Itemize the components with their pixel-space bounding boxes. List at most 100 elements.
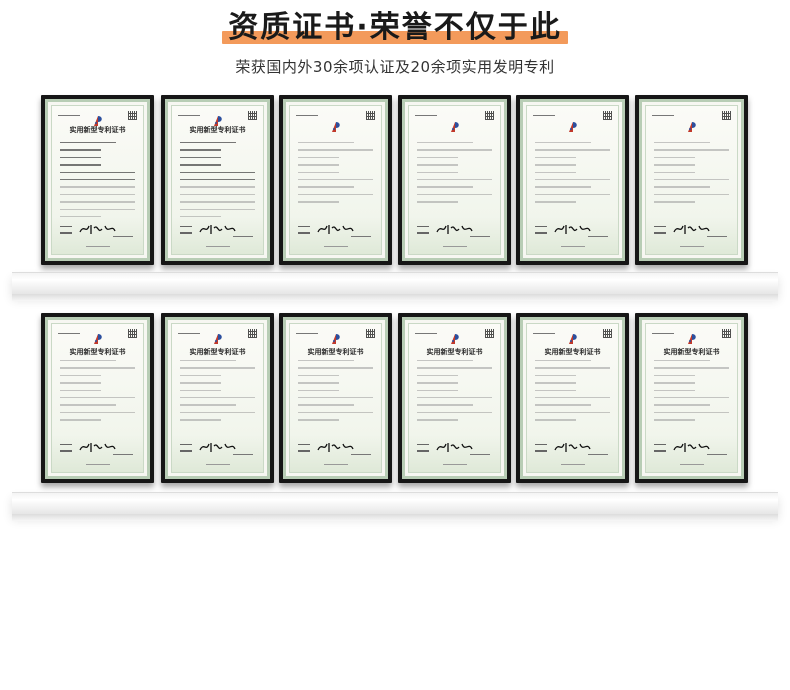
certificate-frame: 实用新型专利证书 bbox=[41, 95, 154, 265]
certificate-body: 实用新型专利证书 bbox=[51, 323, 144, 473]
certificate-body: 实用新型专利证书 bbox=[51, 105, 144, 255]
qr-code-icon bbox=[603, 329, 612, 338]
certificate-number bbox=[415, 112, 437, 117]
qr-code-icon bbox=[248, 329, 257, 338]
certificate-title: 实用新型专利证书 bbox=[663, 348, 720, 356]
patent-office-emblem-icon bbox=[568, 334, 577, 344]
certificate-paper bbox=[402, 99, 507, 261]
patent-office-emblem-icon bbox=[450, 334, 459, 344]
certificate-number bbox=[652, 112, 674, 117]
patent-office-emblem-icon bbox=[450, 122, 459, 132]
certificate-body: 实用新型专利证书 bbox=[526, 323, 619, 473]
certificate-number bbox=[652, 330, 674, 335]
certificate-text-lines bbox=[298, 142, 373, 209]
certificate-title: 实用新型专利证书 bbox=[69, 348, 126, 356]
certificate-frame: 实用新型专利证书 bbox=[41, 313, 154, 483]
certificate-title: 实用新型专利证书 bbox=[426, 348, 483, 356]
certificate-number bbox=[58, 112, 80, 117]
certificate-number bbox=[178, 330, 200, 335]
shelf-2 bbox=[12, 492, 778, 521]
certificate-title: 实用新型专利证书 bbox=[69, 126, 126, 134]
certificate-text-lines bbox=[298, 360, 373, 427]
certificate-footer bbox=[172, 232, 263, 251]
certificate-number bbox=[533, 330, 555, 335]
certificate-paper: 实用新型专利证书 bbox=[165, 99, 270, 261]
certificate-frame: 实用新型专利证书 bbox=[161, 313, 274, 483]
certificate-title: 实用新型专利证书 bbox=[544, 348, 601, 356]
certificate-body: 实用新型专利证书 bbox=[171, 105, 264, 255]
certificate-frame: 实用新型专利证书 bbox=[398, 313, 511, 483]
certificate-paper: 实用新型专利证书 bbox=[520, 317, 625, 479]
certificate-body bbox=[408, 105, 501, 255]
certificate-paper: 实用新型专利证书 bbox=[45, 317, 150, 479]
qr-code-icon bbox=[128, 329, 137, 338]
certificate-footer bbox=[646, 450, 737, 469]
qr-code-icon bbox=[485, 329, 494, 338]
certificate-paper: 实用新型专利证书 bbox=[402, 317, 507, 479]
qr-code-icon bbox=[485, 111, 494, 120]
certificate-text-lines bbox=[535, 360, 610, 427]
certificate-footer bbox=[290, 450, 381, 469]
certificate-frame: 实用新型专利证书 bbox=[635, 313, 748, 483]
certificate-paper bbox=[639, 99, 744, 261]
certificate-text-lines bbox=[417, 142, 492, 209]
page-title: 资质证书·荣誉不仅于此 bbox=[222, 8, 568, 48]
certificate-text-lines bbox=[60, 142, 135, 223]
certificate-text-lines bbox=[654, 142, 729, 209]
certificate-body: 实用新型专利证书 bbox=[289, 323, 382, 473]
qr-code-icon bbox=[128, 111, 137, 120]
certificate-title: 实用新型专利证书 bbox=[307, 348, 364, 356]
certificate-frame: 实用新型专利证书 bbox=[161, 95, 274, 265]
shelf-1 bbox=[12, 272, 778, 301]
certificate-body bbox=[526, 105, 619, 255]
certificate-frame bbox=[279, 95, 392, 265]
certificate-footer bbox=[646, 232, 737, 251]
certificate-title: 实用新型专利证书 bbox=[189, 348, 246, 356]
certificate-text-lines bbox=[535, 142, 610, 209]
patent-office-emblem-icon bbox=[687, 334, 696, 344]
patent-office-emblem-icon bbox=[331, 334, 340, 344]
patent-office-emblem-icon bbox=[93, 334, 102, 344]
certificate-footer bbox=[409, 450, 500, 469]
certificate-title: 实用新型专利证书 bbox=[189, 126, 246, 134]
certificate-number bbox=[533, 112, 555, 117]
certificate-footer bbox=[52, 232, 143, 251]
certificate-number bbox=[415, 330, 437, 335]
page-title-text: 资质证书·荣誉不仅于此 bbox=[228, 10, 562, 45]
qr-code-icon bbox=[722, 329, 731, 338]
certificate-footer bbox=[172, 450, 263, 469]
patent-office-emblem-icon bbox=[331, 122, 340, 132]
page-subtitle: 荣获国内外30余项认证及20余项实用发明专利 bbox=[235, 58, 555, 76]
certificate-frame bbox=[398, 95, 511, 265]
certificate-number bbox=[58, 330, 80, 335]
qr-code-icon bbox=[248, 111, 257, 120]
certificate-number bbox=[296, 112, 318, 117]
title-wrap: 资质证书·荣誉不仅于此 bbox=[0, 8, 790, 48]
certificate-body: 实用新型专利证书 bbox=[171, 323, 264, 473]
certificate-footer bbox=[409, 232, 500, 251]
certificate-text-lines bbox=[60, 360, 135, 427]
patent-office-emblem-icon bbox=[568, 122, 577, 132]
certificate-text-lines bbox=[654, 360, 729, 427]
certificate-paper: 实用新型专利证书 bbox=[165, 317, 270, 479]
certificate-body: 实用新型专利证书 bbox=[645, 323, 738, 473]
certificate-frame: 实用新型专利证书 bbox=[516, 313, 629, 483]
patent-office-emblem-icon bbox=[687, 122, 696, 132]
patent-office-emblem-icon bbox=[213, 334, 222, 344]
certificate-footer bbox=[527, 450, 618, 469]
certificate-frame: 实用新型专利证书 bbox=[279, 313, 392, 483]
certificate-number bbox=[178, 112, 200, 117]
qr-code-icon bbox=[366, 111, 375, 120]
qr-code-icon bbox=[722, 111, 731, 120]
certificate-paper: 实用新型专利证书 bbox=[45, 99, 150, 261]
certificate-number bbox=[296, 330, 318, 335]
certificate-paper bbox=[283, 99, 388, 261]
certificate-footer bbox=[527, 232, 618, 251]
certificate-frame bbox=[635, 95, 748, 265]
certificate-paper: 实用新型专利证书 bbox=[639, 317, 744, 479]
qr-code-icon bbox=[366, 329, 375, 338]
certificate-body bbox=[645, 105, 738, 255]
certificate-text-lines bbox=[180, 142, 255, 223]
qr-code-icon bbox=[603, 111, 612, 120]
certificate-text-lines bbox=[180, 360, 255, 427]
